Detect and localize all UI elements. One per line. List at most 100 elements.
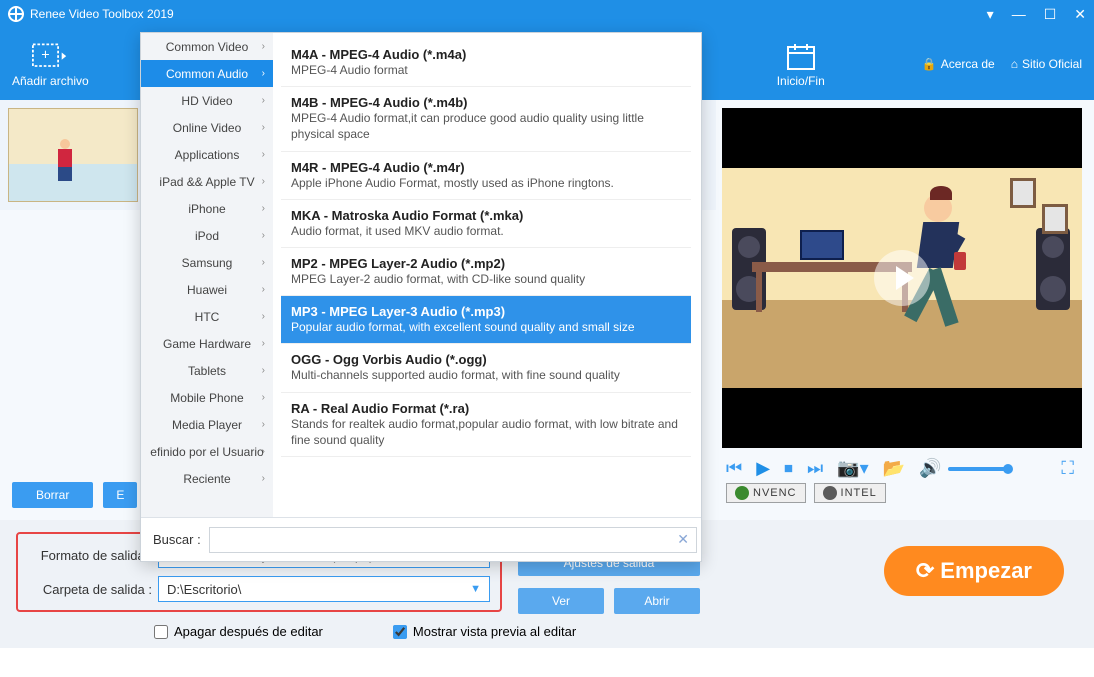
app-logo-icon [8, 6, 24, 22]
category-item[interactable]: iPad && Apple TV› [141, 168, 273, 195]
category-item[interactable]: Reciente› [141, 465, 273, 492]
carpeta-select[interactable]: D:\Escritorio\ ▼ [158, 576, 490, 602]
format-item[interactable]: MP2 - MPEG Layer-2 Audio (*.mp2)MPEG Lay… [281, 248, 691, 296]
bottom-checkboxes: Apagar después de editar Mostrar vista p… [154, 624, 1078, 639]
maximize-icon[interactable]: ☐ [1044, 6, 1057, 23]
chevron-right-icon: › [262, 41, 265, 52]
add-file-button[interactable]: + Añadir archivo [12, 40, 89, 88]
format-item[interactable]: M4B - MPEG-4 Audio (*.m4b)MPEG-4 Audio f… [281, 87, 691, 151]
refresh-icon: ⟳ [916, 558, 934, 584]
close-icon[interactable]: ✕ [1074, 6, 1086, 23]
app-title: Renee Video Toolbox 2019 [30, 7, 174, 21]
edit-button[interactable]: E [103, 482, 137, 508]
inicio-fin-button[interactable]: Inicio/Fin [777, 40, 825, 88]
format-item[interactable]: RA - Real Audio Format (*.ra)Stands for … [281, 393, 691, 457]
chevron-right-icon: › [262, 338, 265, 349]
abrir-button[interactable]: Abrir [614, 588, 700, 614]
category-item[interactable]: iPhone› [141, 195, 273, 222]
chevron-right-icon: › [262, 365, 265, 376]
add-file-label: Añadir archivo [12, 74, 89, 88]
buscar-input[interactable] [209, 527, 698, 553]
category-item[interactable]: Huawei› [141, 276, 273, 303]
format-list: M4A - MPEG-4 Audio (*.m4a)MPEG-4 Audio f… [273, 33, 701, 517]
title-bar: Renee Video Toolbox 2019 ▾ — ☐ ✕ [0, 0, 1094, 28]
empezar-button[interactable]: ⟳ Empezar [884, 546, 1064, 596]
minimize-icon[interactable]: — [1012, 6, 1026, 23]
category-item[interactable]: efinido por el Usuario› [141, 438, 273, 465]
category-item[interactable]: HTC› [141, 303, 273, 330]
format-item[interactable]: M4R - MPEG-4 Audio (*.m4r)Apple iPhone A… [281, 152, 691, 200]
chevron-right-icon: › [262, 230, 265, 241]
dropdown-icon[interactable]: ▾ [987, 6, 994, 23]
chevron-right-icon: › [262, 149, 265, 160]
apagar-checkbox[interactable]: Apagar después de editar [154, 624, 323, 639]
category-item[interactable]: Applications› [141, 141, 273, 168]
carpeta-label: Carpeta de salida : [28, 582, 158, 597]
encoder-badges: NVENC INTEL [716, 479, 1082, 503]
play-button[interactable]: ▶ [756, 458, 770, 479]
volume-slider[interactable] [948, 467, 1008, 471]
chevron-right-icon: › [262, 257, 265, 268]
lock-icon: 🔒 [922, 57, 937, 71]
category-item[interactable]: Online Video› [141, 114, 273, 141]
svg-text:+: + [42, 48, 50, 64]
fullscreen-button[interactable]: ⛶ [1061, 458, 1074, 479]
intel-badge: INTEL [814, 483, 886, 503]
calendar-icon [783, 40, 819, 74]
snapshot-button[interactable]: 📷▾ [837, 458, 868, 479]
nvenc-badge: NVENC [726, 483, 806, 503]
category-item[interactable]: Common Audio› [141, 60, 273, 87]
preview-panel: ⏮ ▶ ⏹ ⏭ 📷▾ 📂 🔊 ⛶ NVENC INTEL [716, 100, 1094, 520]
chevron-right-icon: › [262, 311, 265, 322]
stop-button[interactable]: ⏹ [784, 458, 793, 479]
chevron-right-icon: › [262, 473, 265, 484]
chevron-right-icon: › [262, 392, 265, 403]
buscar-label: Buscar : [153, 532, 201, 547]
caret-down-icon: ▼ [470, 583, 481, 595]
chevron-right-icon: › [262, 122, 265, 133]
add-file-icon: + [32, 40, 68, 74]
volume-control[interactable]: 🔊 [919, 458, 1007, 479]
window-buttons: ▾ — ☐ ✕ [987, 6, 1086, 23]
chevron-right-icon: › [262, 203, 265, 214]
toolbar-right-links: 🔒 Acerca de ⌂ Sitio Oficial [922, 57, 1082, 71]
open-folder-button[interactable]: 📂 [883, 458, 905, 479]
category-item[interactable]: HD Video› [141, 87, 273, 114]
category-item[interactable]: Samsung› [141, 249, 273, 276]
format-item[interactable]: OGG - Ogg Vorbis Audio (*.ogg)Multi-chan… [281, 344, 691, 392]
sitio-oficial-link[interactable]: ⌂ Sitio Oficial [1011, 57, 1082, 71]
category-item[interactable]: iPod› [141, 222, 273, 249]
chevron-right-icon: › [262, 446, 265, 457]
chevron-right-icon: › [262, 68, 265, 79]
category-item[interactable]: Game Hardware› [141, 330, 273, 357]
dropdown-search-row: Buscar : ✕ [141, 517, 701, 561]
chevron-right-icon: › [262, 95, 265, 106]
category-list: Common Video›Common Audio›HD Video›Onlin… [141, 33, 273, 517]
format-dropdown: Common Video›Common Audio›HD Video›Onlin… [140, 32, 702, 562]
video-thumbnail[interactable] [8, 108, 138, 202]
list-action-buttons: Borrar E [12, 482, 137, 508]
inicio-fin-label: Inicio/Fin [777, 74, 825, 88]
category-item[interactable]: Media Player› [141, 411, 273, 438]
format-item[interactable]: MKA - Matroska Audio Format (*.mka)Audio… [281, 200, 691, 248]
preview-checkbox[interactable]: Mostrar vista previa al editar [393, 624, 576, 639]
acerca-link[interactable]: 🔒 Acerca de [922, 57, 995, 71]
format-item[interactable]: MP3 - MPEG Layer-3 Audio (*.mp3)Popular … [281, 296, 691, 344]
chevron-right-icon: › [262, 176, 265, 187]
format-item[interactable]: M4A - MPEG-4 Audio (*.m4a)MPEG-4 Audio f… [281, 39, 691, 87]
play-overlay-icon[interactable] [874, 250, 930, 306]
playback-controls: ⏮ ▶ ⏹ ⏭ 📷▾ 📂 🔊 ⛶ [716, 448, 1082, 479]
home-icon: ⌂ [1011, 57, 1018, 71]
formato-label: Formato de salida : [28, 548, 158, 563]
category-item[interactable]: Common Video› [141, 33, 273, 60]
next-button[interactable]: ⏭ [807, 458, 823, 479]
chevron-right-icon: › [262, 419, 265, 430]
video-preview[interactable] [722, 108, 1082, 448]
borrar-button[interactable]: Borrar [12, 482, 93, 508]
category-item[interactable]: Mobile Phone› [141, 384, 273, 411]
chevron-right-icon: › [262, 284, 265, 295]
category-item[interactable]: Tablets› [141, 357, 273, 384]
ver-button[interactable]: Ver [518, 588, 604, 614]
prev-button[interactable]: ⏮ [726, 458, 742, 479]
clear-search-icon[interactable]: ✕ [677, 531, 689, 548]
